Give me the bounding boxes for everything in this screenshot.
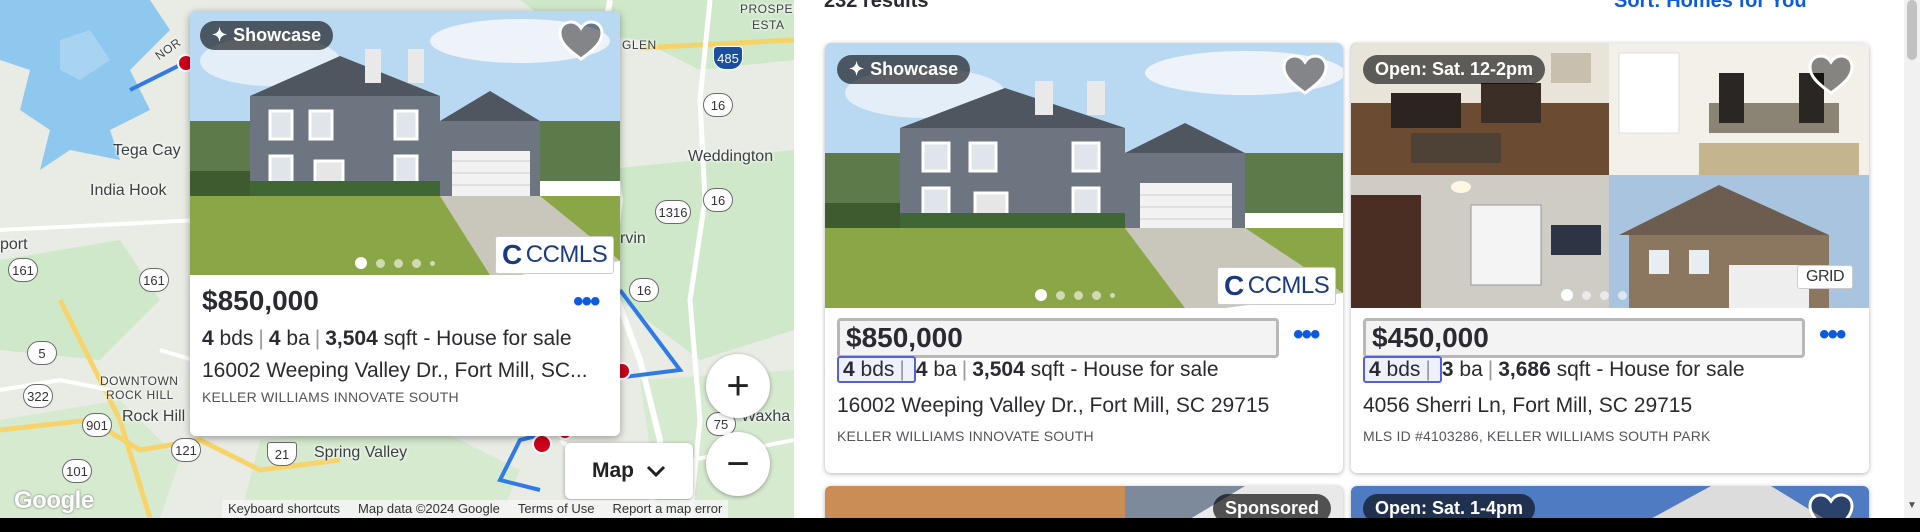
open-house-badge: Open: Sat. 12-2pm <box>1363 55 1546 84</box>
listing-price-box[interactable]: $450,000 <box>1363 318 1805 358</box>
route-shield: 901 <box>82 413 112 437</box>
listing-price: $850,000 <box>846 322 963 353</box>
badge-label: Showcase <box>870 59 959 79</box>
map-label: port <box>0 236 28 253</box>
bottom-bar <box>0 518 1920 532</box>
listing-broker: KELLER WILLIAMS INNOVATE SOUTH <box>837 428 1094 444</box>
mls-logo: C CCMLS <box>495 236 615 274</box>
listing-facts: 4 bds | 3 ba | 3,686 sqft - House for sale <box>1363 356 1745 383</box>
listing-facts: 4 bds | 4 ba | 3,504 sqft - House for sale <box>837 356 1219 383</box>
route-shield: 161 <box>139 268 169 292</box>
listing-photo[interactable]: ✦ Showcase C CCMLS <box>190 11 620 275</box>
route-shield: 16 <box>629 278 659 302</box>
listing-photo-grid[interactable]: Open: Sat. 12-2pm GRID <box>1351 43 1869 308</box>
photo-carousel-dots[interactable] <box>1035 289 1115 301</box>
map-label: Rock Hill <box>122 408 186 425</box>
mls-logo: C CCMLS <box>1217 267 1337 305</box>
report-error-link[interactable]: Report a map error <box>612 501 722 517</box>
google-logo: Google <box>14 487 94 514</box>
sponsored-badge: Sponsored <box>1212 494 1331 518</box>
badge-label: Open: Sat. 12-2pm <box>1375 59 1534 79</box>
route-shield: 21 <box>267 442 297 466</box>
favorite-heart-icon[interactable] <box>1807 53 1855 97</box>
listing-card[interactable]: Open: Sat. 12-2pm GRID $450,000 ••• 4 bd… <box>1351 43 1869 473</box>
scrollbar-thumb[interactable] <box>1907 0 1917 60</box>
sparkle-icon: ✦ <box>212 25 228 45</box>
route-shield: 5 <box>27 341 57 365</box>
badge-label: Showcase <box>233 25 322 45</box>
scroll-down-arrow-icon[interactable]: ▼ <box>1907 500 1917 511</box>
route-shield: 121 <box>171 438 201 462</box>
map-attribution: Keyboard shortcuts Map data ©2024 Google… <box>222 500 729 518</box>
route-shield: 101 <box>62 459 92 483</box>
map-data-text: Map data ©2024 Google <box>358 501 500 516</box>
listing-price: $850,000 <box>202 285 319 316</box>
interstate-shield: 485 <box>713 46 743 70</box>
map-type-button[interactable]: Map <box>565 443 693 499</box>
keyboard-shortcuts-link[interactable]: Keyboard shortcuts <box>228 501 340 517</box>
route-shield: 161 <box>8 258 38 282</box>
more-options-icon[interactable]: ••• <box>1819 320 1846 350</box>
listing-card[interactable]: Open: Sat. 1-4pm <box>1351 486 1869 518</box>
favorite-heart-icon[interactable] <box>1281 53 1329 97</box>
photo-carousel-dots[interactable] <box>355 257 435 269</box>
showcase-badge: ✦ Showcase <box>837 55 971 84</box>
map-panel[interactable]: PROSPERITY ESTA GLEN Weddington Tega Cay… <box>0 0 794 518</box>
map-label: rvin <box>620 230 646 247</box>
map-label: PROSPERITY <box>740 2 794 16</box>
listing-card[interactable]: Sponsored <box>825 486 1343 518</box>
listing-broker: MLS ID #4103286, KELLER WILLIAMS SOUTH P… <box>1363 428 1711 444</box>
sort-dropdown[interactable]: Sort: Homes for You <box>1614 0 1807 13</box>
route-shield: 1316 <box>655 200 691 224</box>
scrollbar[interactable]: ▼ <box>1904 0 1920 518</box>
listing-facts: 4 bds | 4 ba | 3,504 sqft - House for sale <box>202 327 572 350</box>
map-label: GLEN <box>622 38 657 52</box>
map-label: Weddington <box>688 148 774 165</box>
mls-logo: GRID <box>1797 265 1853 289</box>
listing-price-box[interactable]: $850,000 <box>837 318 1279 358</box>
map-listing-card[interactable]: ✦ Showcase C CCMLS $850,000 ••• 4 bds | 4 b… <box>190 11 620 436</box>
route-shield: 16 <box>703 93 733 117</box>
results-list-panel[interactable]: 232 results Sort: Homes for You ✦ Showca… <box>794 0 1904 518</box>
zoom-in-button[interactable]: + <box>706 354 770 418</box>
map-label: India Hook <box>90 182 167 199</box>
terms-link[interactable]: Terms of Use <box>518 501 595 517</box>
listing-photo[interactable]: ✦ Showcase C CCMLS <box>825 43 1343 308</box>
map-label: ROCK HILL <box>106 388 174 402</box>
open-house-badge: Open: Sat. 1-4pm <box>1363 494 1536 518</box>
route-shield: 322 <box>23 384 53 408</box>
map-label: ESTA <box>752 18 785 32</box>
showcase-badge: ✦ Showcase <box>200 21 334 50</box>
sparkle-icon: ✦ <box>849 59 865 79</box>
chevron-down-icon <box>646 465 666 477</box>
route-shield: 16 <box>703 188 733 212</box>
listing-address[interactable]: 4056 Sherri Ln, Fort Mill, SC 29715 <box>1363 394 1692 418</box>
map-label: Spring Valley <box>314 444 408 461</box>
photo-carousel-dots[interactable] <box>1561 289 1627 301</box>
more-options-icon[interactable]: ••• <box>573 287 600 317</box>
favorite-heart-icon[interactable] <box>1807 492 1855 518</box>
zoom-out-button[interactable]: − <box>706 432 770 496</box>
listing-card[interactable]: ✦ Showcase C CCMLS $850,000 ••• 4 bds | 4 b… <box>825 43 1343 473</box>
map-label: Tega Cay <box>113 142 181 159</box>
favorite-heart-icon[interactable] <box>557 19 605 63</box>
listing-address[interactable]: 16002 Weeping Valley Dr., Fort Mill, SC.… <box>202 359 608 383</box>
listing-address[interactable]: 16002 Weeping Valley Dr., Fort Mill, SC … <box>837 394 1269 418</box>
listing-price: $450,000 <box>1372 322 1489 353</box>
map-type-label: Map <box>592 459 634 482</box>
more-options-icon[interactable]: ••• <box>1293 320 1320 350</box>
listing-broker: KELLER WILLIAMS INNOVATE SOUTH <box>202 389 459 405</box>
results-count: 232 results <box>824 0 929 12</box>
map-label: DOWNTOWN <box>100 374 179 388</box>
